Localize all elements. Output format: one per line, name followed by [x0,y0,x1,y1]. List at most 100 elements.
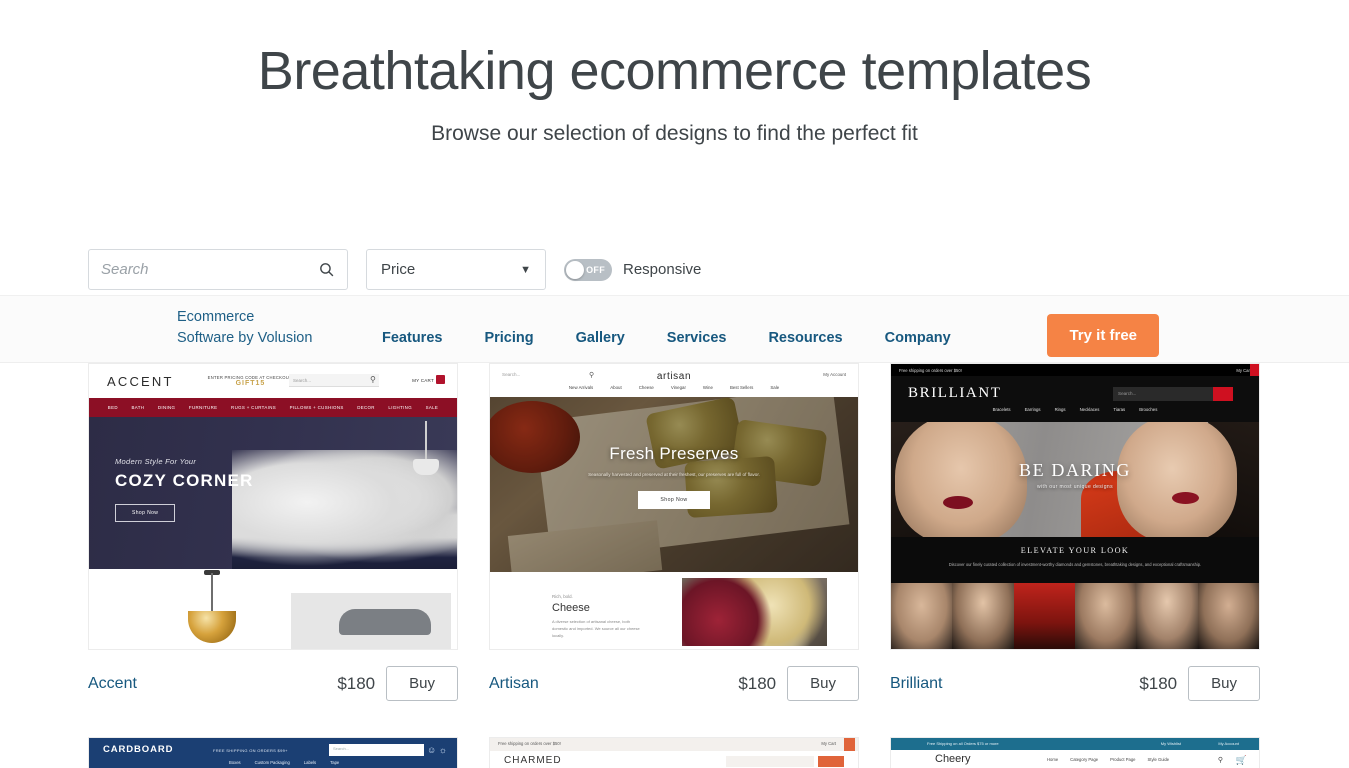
navbar-links: Features Pricing Gallery Services Resour… [361,330,972,346]
cardboard-account-cart-icons: ☺ ☼ [427,745,447,755]
artisan-account-label: My Account [823,372,846,377]
artisan-section-eyebrow: Rich, bold. [552,594,573,599]
cardboard-nav-custom-packaging: Custom Packaging [254,760,290,765]
model-left-lips [943,496,973,509]
toggle-knob [566,260,584,279]
cart-count-badge [1250,364,1259,376]
template-name-brilliant[interactable]: Brilliant [890,675,1139,693]
site-navbar: Ecommerce Software by Volusion Features … [0,295,1349,363]
brilliant-shipping-bar: Free shipping on orders over $50! My Car… [891,364,1259,376]
cardboard-nav-tape: Tape [330,760,340,765]
artisan-cheese-copy: Rich, bold. Cheese A diverse selection o… [552,594,640,639]
template-preview-brilliant[interactable]: Free shipping on orders over $50! My Car… [890,363,1260,650]
charmed-ship-text: Free shipping on orders over $50! [498,741,561,746]
brilliant-section-text: Discover our finely curated collection o… [948,562,1202,567]
cardboard-preview-header: CARDBOARD FREE SHIPPING ON ORDERS $99+ S… [89,738,457,768]
nav-link-pricing[interactable]: Pricing [463,330,554,346]
lamp-icon [413,459,439,475]
accent-promo-code: GIFT15 [235,380,266,387]
brilliant-logo: BRILLIANT [908,385,1002,401]
cheery-wishlist-label: My Wishlist [1160,741,1181,746]
template-preview-cardboard[interactable]: CARDBOARD FREE SHIPPING ON ORDERS $99+ S… [88,737,458,768]
buy-button-brilliant[interactable]: Buy [1188,666,1260,701]
nav-link-services[interactable]: Services [646,330,748,346]
nav-link-company[interactable]: Company [864,330,972,346]
cheery-preview-header: Free Shipping on all Orders $75 or more … [891,738,1259,768]
price-filter-dropdown[interactable]: Price ▼ [366,249,546,290]
strip-image-5 [1136,583,1198,649]
cardboard-search-placeholder: Search... [333,746,350,751]
template-price-artisan: $180 [738,673,777,693]
strip-image-3 [1013,583,1075,649]
cart-icon [436,375,445,384]
brilliant-nav-necklaces: Necklaces [1079,407,1100,412]
site-logo[interactable]: Ecommerce Software by Volusion [177,307,312,349]
cardboard-nav-labels: Labels [303,760,317,765]
template-card-brilliant: Free shipping on orders over $50! My Car… [890,363,1260,701]
nav-link-gallery[interactable]: Gallery [555,330,646,346]
cheery-search-icon: ⚲ [1217,757,1223,764]
pendant-rod [211,573,213,613]
page-header: Breathtaking ecommerce templates Browse … [0,0,1349,146]
accent-nav-sale: SALE [425,405,439,410]
lamp-cord [425,421,427,461]
chair-image [339,609,431,635]
template-name-accent[interactable]: Accent [88,675,337,693]
brilliant-search-field: Search... [1113,387,1213,401]
responsive-label: Responsive [623,261,702,278]
brilliant-section: ELEVATE YOUR LOOK Discover our finely cu… [891,537,1259,583]
buy-button-artisan[interactable]: Buy [787,666,859,701]
accent-nav-pillows: PILLOWS + CUSHIONS [289,405,344,410]
accent-search-icon: ⚲ [370,375,376,384]
template-preview-artisan[interactable]: Search... ⚲ artisan My Account New Arriv… [489,363,859,650]
strip-image-6 [1197,583,1259,649]
site-logo-line2: Software by Volusion [177,330,313,347]
accent-search-field: Search... [289,374,379,387]
site-logo-line1: Ecommerce [177,309,255,325]
toggle-state-label: OFF [586,264,605,275]
accent-logo: ACCENT [107,373,174,389]
brilliant-search-button-icon [1213,387,1233,401]
cardboard-logo: CARDBOARD [103,744,174,755]
accent-promo: ENTER PRICING CODE AT CHECKOUT! GIFT15 [208,375,294,387]
search-icon[interactable] [318,261,335,278]
nav-link-features[interactable]: Features [361,330,463,346]
artisan-nav-wine: Wine [702,385,713,390]
brilliant-hero-title: BE DARING [1019,460,1131,480]
templates-gallery-page: Breathtaking ecommerce templates Browse … [0,0,1349,768]
artisan-section-text: A diverse selection of artisanal cheese,… [552,619,640,638]
template-grid: ACCENT ENTER PRICING CODE AT CHECKOUT! G… [88,363,1263,701]
nav-link-resources[interactable]: Resources [747,330,863,346]
cardboard-ship-text: FREE SHIPPING ON ORDERS $99+ [213,748,288,753]
try-it-free-button[interactable]: Try it free [1047,314,1159,357]
artisan-nav-vinegar: Vinegar [670,385,686,390]
template-preview-charmed[interactable]: Free shipping on orders over $50! My Car… [489,737,859,768]
responsive-toggle[interactable]: OFF [564,258,612,281]
brilliant-hero-subtitle: with our most unique designs [1037,484,1113,490]
accent-nav-bath: BATH [131,405,145,410]
accent-cart: MY CART [412,375,445,384]
artisan-nav-sale: Sale [770,385,780,390]
brilliant-image-strip [891,583,1259,649]
charmed-cart-badge [844,738,855,751]
cheery-nav-product-page: Product Page [1110,757,1136,762]
artisan-preview-header: Search... ⚲ artisan My Account New Arriv… [490,364,858,397]
template-preview-accent[interactable]: ACCENT ENTER PRICING CODE AT CHECKOUT! G… [88,363,458,650]
artisan-section-row: Rich, bold. Cheese A diverse selection o… [490,572,858,649]
brilliant-nav-earrings: Earrings [1024,407,1041,412]
accent-cart-label: MY CART [412,378,434,383]
accent-hero-eyebrow: Modern Style For Your [115,457,197,466]
responsive-toggle-group[interactable]: OFF Responsive [564,258,702,281]
search-box[interactable] [88,249,348,290]
strip-image-1 [891,583,953,649]
artisan-nav-about: About [610,385,622,390]
brilliant-preview-header: BRILLIANT Search... Bracelets Earrings R… [891,376,1259,422]
cheery-ship-text: Free Shipping on all Orders $75 or more [927,741,999,746]
accent-preview-nav: BED BATH DINING FURNITURE RUGS + CURTAIN… [89,398,457,417]
cheery-account-label: My Account [1218,741,1239,746]
buy-button-accent[interactable]: Buy [386,666,458,701]
template-name-artisan[interactable]: Artisan [489,675,738,693]
template-preview-cheery[interactable]: Free Shipping on all Orders $75 or more … [890,737,1260,768]
brilliant-nav-tiaras: Tiaras [1113,407,1126,412]
search-input[interactable] [101,261,318,278]
